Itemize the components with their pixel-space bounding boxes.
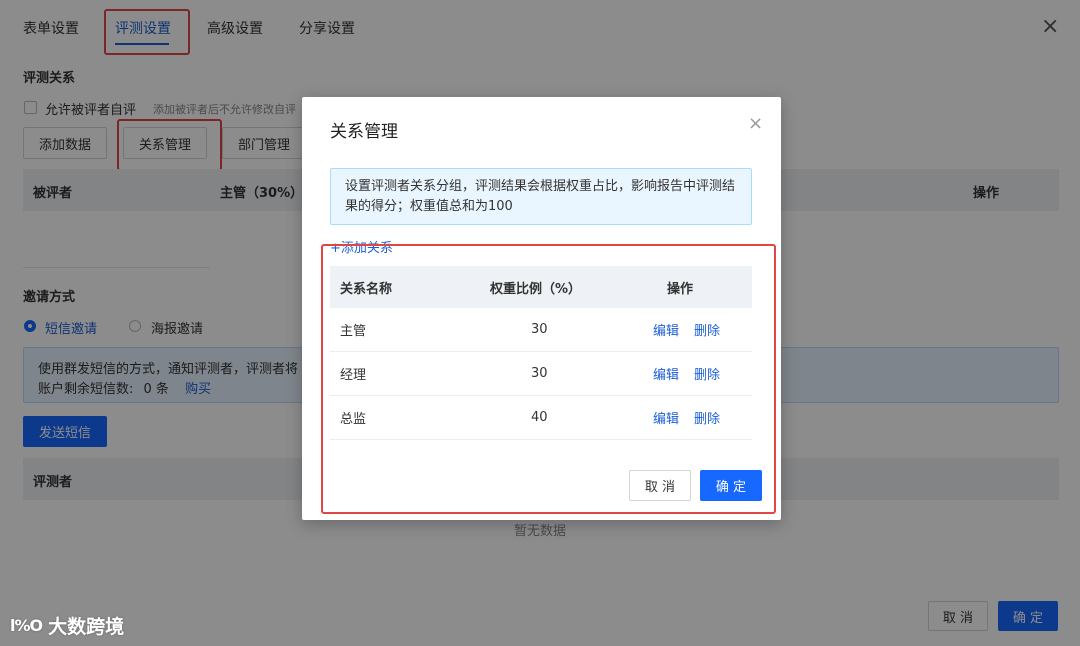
watermark: l%O 大数跨境 xyxy=(10,612,124,639)
weight-notice: 设置评测者关系分组，评测结果会根据权重占比，影响报告中评测结果的得分；权重值总和… xyxy=(330,168,752,225)
dialog-close-icon[interactable]: × xyxy=(748,113,763,134)
highlight-table-box xyxy=(321,244,776,514)
dialog-title: 关系管理 xyxy=(330,122,398,142)
watermark-logo: l%O xyxy=(10,616,43,635)
watermark-text: 大数跨境 xyxy=(48,616,125,638)
